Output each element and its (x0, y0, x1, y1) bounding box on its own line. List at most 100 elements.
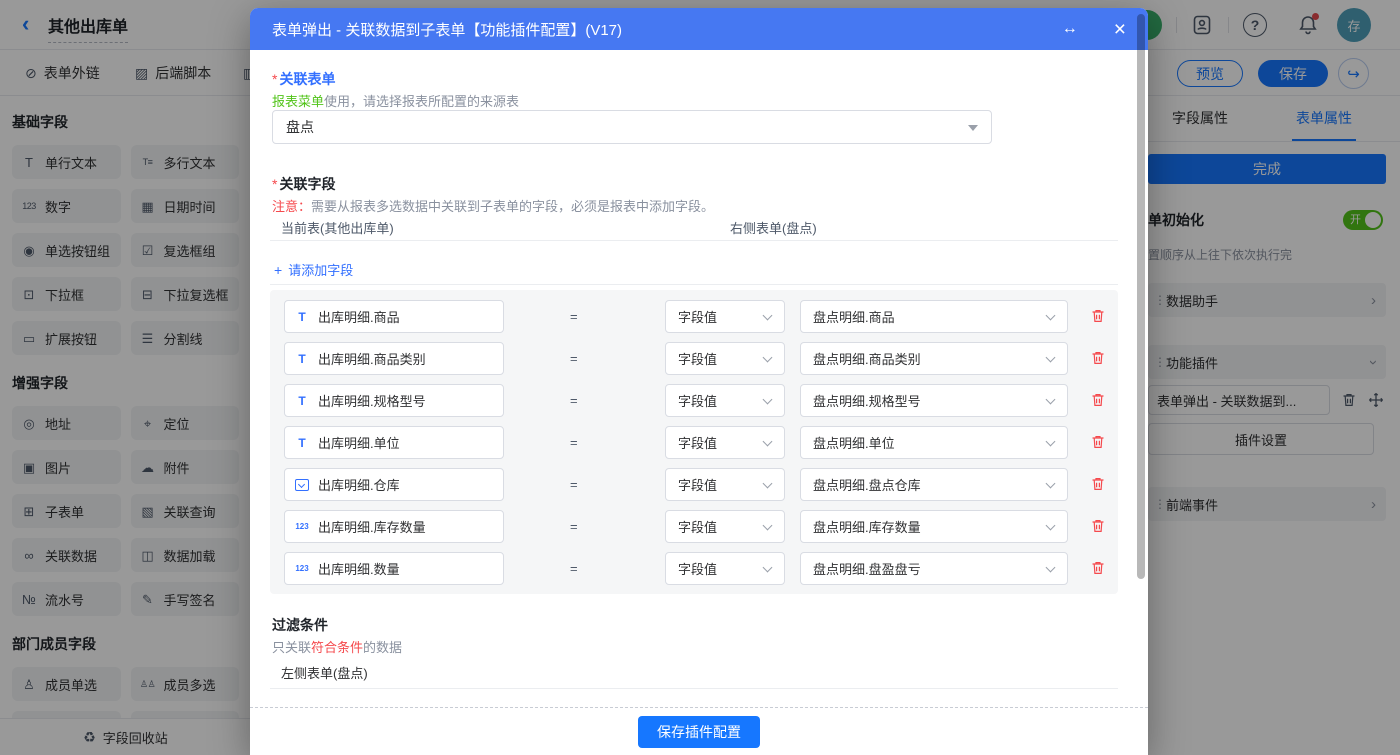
add-field-label: 请添加字段 (288, 260, 353, 279)
text-field-icon: T (295, 395, 309, 407)
source-field-label: 出库明细.数量 (318, 559, 400, 578)
column-header-current-table: 当前表(其他出库单) (281, 218, 394, 237)
value-type-value: 字段值 (678, 433, 717, 452)
related-form-select-value: 盘点 (286, 117, 314, 137)
plus-icon: + (274, 262, 282, 278)
source-field-box[interactable]: 123 出库明细.库存数量 (284, 510, 504, 543)
chevron-down-icon (763, 563, 773, 573)
value-type-select[interactable]: 字段值 (665, 300, 785, 333)
filter-highlight: 符合条件 (311, 640, 363, 655)
chevron-down-icon (1046, 521, 1056, 531)
chevron-down-icon (763, 479, 773, 489)
source-field-label: 出库明细.仓库 (318, 475, 400, 494)
value-type-value: 字段值 (678, 475, 717, 494)
operator-equals: = (570, 561, 578, 576)
note-highlight: 注意： (272, 199, 311, 214)
value-type-select[interactable]: 字段值 (665, 384, 785, 417)
operator-equals: = (570, 351, 578, 366)
add-field-link[interactable]: + 请添加字段 (274, 260, 353, 279)
field-mapping-row: T 出库明细.商品类别 = 字段值 盘点明细.商品类别 (270, 342, 1118, 375)
target-field-value: 盘点明细.商品 (813, 307, 895, 326)
source-field-box[interactable]: T 出库明细.商品类别 (284, 342, 504, 375)
field-mapping-row: 123 出库明细.数量 = 字段值 盘点明细.盘盈盘亏 (270, 552, 1118, 585)
related-form-label: *关联表单 (272, 69, 335, 89)
operator-equals: = (570, 309, 578, 324)
target-field-select[interactable]: 盘点明细.盘点仓库 (800, 468, 1068, 501)
divider (270, 284, 1118, 285)
chevron-down-icon (1046, 563, 1056, 573)
source-field-label: 出库明细.单位 (318, 433, 400, 452)
source-field-box[interactable]: 123 出库明细.数量 (284, 552, 504, 585)
target-field-select[interactable]: 盘点明细.盘盈盘亏 (800, 552, 1068, 585)
source-field-box[interactable]: 出库明细.仓库 (284, 468, 504, 501)
field-mapping-panel: T 出库明细.商品 = 字段值 盘点明细.商品 T 出库明细.商品类别 = 字段… (270, 290, 1118, 594)
caret-down-icon (968, 125, 978, 131)
modal-header: 表单弹出 - 关联数据到子表单【功能插件配置】(V17) ↔ × (250, 8, 1148, 50)
value-type-select[interactable]: 字段值 (665, 552, 785, 585)
target-field-value: 盘点明细.规格型号 (813, 391, 921, 410)
target-field-select[interactable]: 盘点明细.单位 (800, 426, 1068, 459)
source-field-box[interactable]: T 出库明细.商品 (284, 300, 504, 333)
save-plugin-config-button[interactable]: 保存插件配置 (638, 716, 760, 748)
value-type-select[interactable]: 字段值 (665, 510, 785, 543)
chevron-down-icon (1046, 311, 1056, 321)
filter-left-table-label: 左侧表单(盘点) (281, 663, 368, 682)
filter-condition-desc: 只关联符合条件的数据 (272, 637, 402, 656)
chevron-down-icon (1046, 479, 1056, 489)
modal-body: *关联表单 报表菜单使用，请选择报表所配置的来源表 盘点 *关联字段 注意：需要… (250, 50, 1148, 707)
target-field-select[interactable]: 盘点明细.商品类别 (800, 342, 1068, 375)
required-mark: * (272, 176, 277, 192)
operator-equals: = (570, 393, 578, 408)
field-mapping-row: T 出库明细.商品 = 字段值 盘点明细.商品 (270, 300, 1118, 333)
target-field-select[interactable]: 盘点明细.商品 (800, 300, 1068, 333)
delete-row-icon[interactable] (1090, 350, 1106, 366)
related-fields-note: 注意：需要从报表多选数据中关联到子表单的字段，必须是报表中添加字段。 (272, 196, 714, 215)
delete-row-icon[interactable] (1090, 560, 1106, 576)
field-mapping-row: T 出库明细.单位 = 字段值 盘点明细.单位 (270, 426, 1118, 459)
source-field-box[interactable]: T 出库明细.单位 (284, 426, 504, 459)
value-type-value: 字段值 (678, 517, 717, 536)
target-field-select[interactable]: 盘点明细.库存数量 (800, 510, 1068, 543)
source-field-label: 出库明细.商品 (318, 307, 400, 326)
plugin-config-modal: 表单弹出 - 关联数据到子表单【功能插件配置】(V17) ↔ × *关联表单 报… (250, 8, 1148, 755)
modal-footer: 保存插件配置 (250, 707, 1148, 755)
chevron-down-icon (763, 353, 773, 363)
divider (270, 240, 1118, 241)
text-field-icon: T (295, 437, 309, 449)
text-field-icon: T (295, 353, 309, 365)
source-field-box[interactable]: T 出库明细.规格型号 (284, 384, 504, 417)
chevron-down-icon (763, 395, 773, 405)
target-field-value: 盘点明细.单位 (813, 433, 895, 452)
delete-row-icon[interactable] (1090, 308, 1106, 324)
expand-modal-icon[interactable]: ↔ (1062, 20, 1078, 38)
value-type-select[interactable]: 字段值 (665, 468, 785, 501)
target-field-select[interactable]: 盘点明细.规格型号 (800, 384, 1068, 417)
close-modal-icon[interactable]: × (1114, 19, 1126, 40)
value-type-value: 字段值 (678, 391, 717, 410)
delete-row-icon[interactable] (1090, 518, 1106, 534)
delete-row-icon[interactable] (1090, 392, 1106, 408)
chevron-down-icon (1046, 437, 1056, 447)
field-mapping-row: T 出库明细.规格型号 = 字段值 盘点明细.规格型号 (270, 384, 1118, 417)
number-field-icon: 123 (295, 565, 309, 573)
number-field-icon: 123 (295, 523, 309, 531)
delete-row-icon[interactable] (1090, 476, 1106, 492)
app-root: ‹ 其他出库单 ? 存 ⊘ 表单外链 ▨ 后端脚 (0, 0, 1400, 755)
modal-scrollbar-thumb[interactable] (1137, 14, 1145, 579)
filter-condition-label: 过滤条件 (272, 615, 328, 635)
value-type-select[interactable]: 字段值 (665, 342, 785, 375)
source-field-label: 出库明细.商品类别 (318, 349, 426, 368)
related-form-select[interactable]: 盘点 (272, 110, 992, 144)
operator-equals: = (570, 519, 578, 534)
value-type-value: 字段值 (678, 559, 717, 578)
value-type-value: 字段值 (678, 307, 717, 326)
source-field-label: 出库明细.库存数量 (318, 517, 426, 536)
value-type-select[interactable]: 字段值 (665, 426, 785, 459)
related-fields-label: *关联字段 (272, 174, 335, 194)
text-field-icon: T (295, 311, 309, 323)
chevron-down-icon (763, 437, 773, 447)
delete-row-icon[interactable] (1090, 434, 1106, 450)
target-field-value: 盘点明细.盘点仓库 (813, 475, 921, 494)
chevron-down-icon (763, 311, 773, 321)
operator-equals: = (570, 435, 578, 450)
